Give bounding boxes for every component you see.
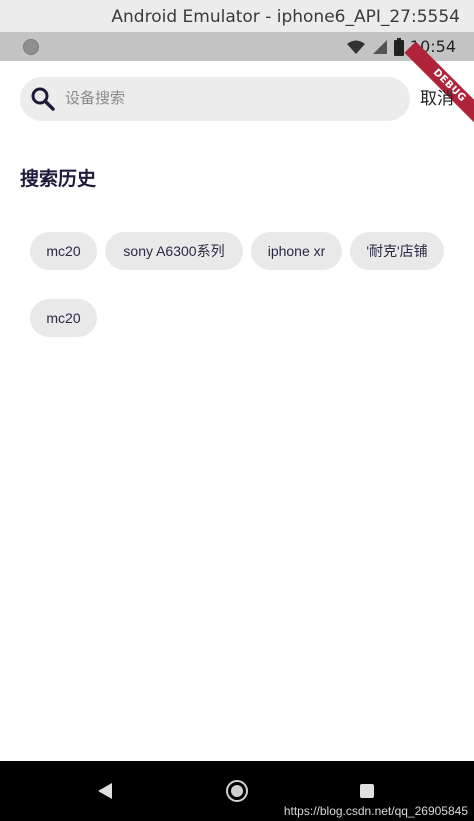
status-icons: 10:54 [346, 32, 456, 61]
search-icon [31, 87, 55, 111]
android-nav-bar: https://blog.csdn.net/qq_26905845 [0, 761, 474, 821]
wifi-icon [346, 40, 365, 54]
search-row: 设备搜索 取消 [20, 77, 460, 121]
history-chip[interactable]: mc20 [30, 299, 97, 337]
emulator-window-title: Android Emulator - iphone6_API_27:5554 [0, 0, 474, 32]
notification-dot-icon [23, 39, 39, 55]
history-chip[interactable]: mc20 [30, 232, 97, 270]
back-icon[interactable] [98, 783, 112, 799]
search-input[interactable]: 设备搜索 [20, 77, 410, 121]
search-history-title: 搜索历史 [20, 169, 97, 190]
recent-apps-icon[interactable] [360, 784, 374, 798]
signal-icon [372, 39, 387, 54]
history-chip[interactable]: iphone xr [251, 232, 342, 270]
home-icon[interactable] [226, 780, 248, 802]
history-chip[interactable]: '耐克'店铺 [350, 232, 444, 270]
battery-icon [393, 37, 404, 56]
watermark: https://blog.csdn.net/qq_26905845 [283, 804, 468, 818]
cancel-button[interactable]: 取消 [420, 77, 454, 121]
status-bar: 10:54 DEBUG [0, 32, 474, 131]
history-chip[interactable]: sony A6300系列 [105, 232, 243, 270]
search-placeholder: 设备搜索 [65, 90, 126, 107]
